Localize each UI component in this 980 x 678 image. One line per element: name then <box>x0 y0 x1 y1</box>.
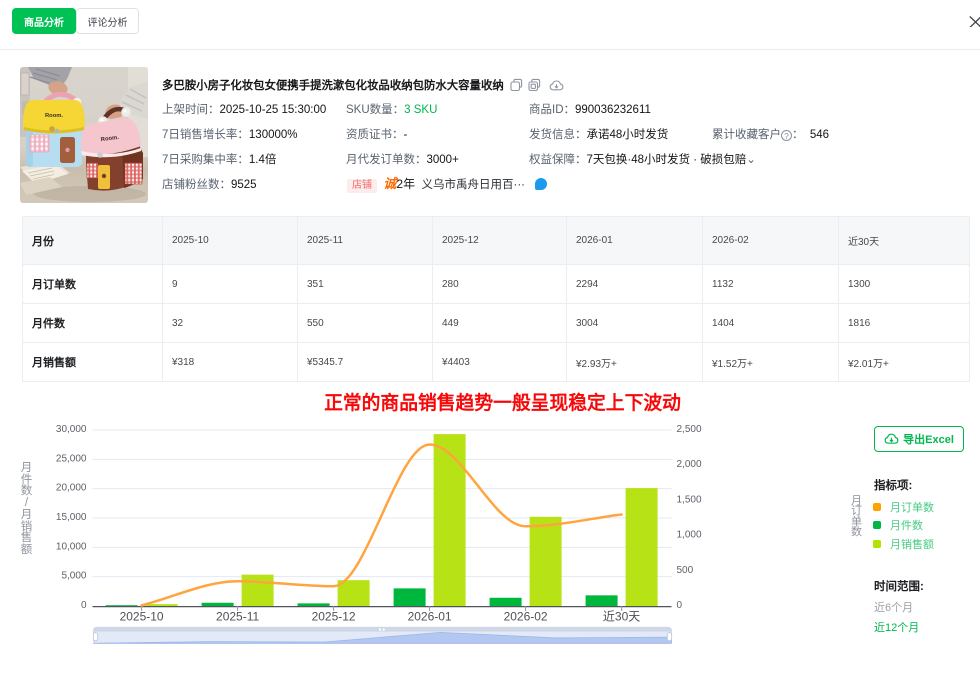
svg-text:30,000: 30,000 <box>56 424 87 435</box>
svg-text:1,000: 1,000 <box>677 530 702 541</box>
svg-text:2025-12: 2025-12 <box>312 610 356 624</box>
svg-text:0: 0 <box>677 600 683 611</box>
svg-text:2026-02: 2026-02 <box>504 610 548 624</box>
svg-text:2026-01: 2026-01 <box>408 610 452 624</box>
svg-text:1,500: 1,500 <box>677 494 702 505</box>
svg-text:500: 500 <box>677 565 694 576</box>
svg-text:20,000: 20,000 <box>56 483 87 494</box>
svg-text:近30天: 近30天 <box>603 610 640 624</box>
svg-text:2,500: 2,500 <box>677 424 702 435</box>
svg-text:10,000: 10,000 <box>56 541 87 552</box>
svg-text:2025-11: 2025-11 <box>216 610 259 624</box>
svg-text:5,000: 5,000 <box>61 571 86 582</box>
svg-text:15,000: 15,000 <box>56 512 87 523</box>
svg-text:2025-10: 2025-10 <box>120 610 164 624</box>
svg-text:2,000: 2,000 <box>677 459 702 470</box>
svg-text:0: 0 <box>81 600 87 611</box>
svg-text:25,000: 25,000 <box>56 453 87 464</box>
svg-text:Room.: Room. <box>45 113 63 119</box>
